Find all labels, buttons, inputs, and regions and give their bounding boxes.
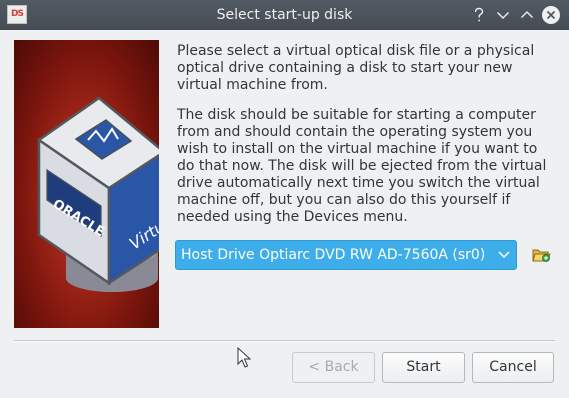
folder-open-icon <box>532 249 551 262</box>
chevron-down-icon <box>498 251 510 259</box>
virtualbox-logo-icon: ORACLE Virtual <box>36 96 159 292</box>
cancel-button[interactable]: Cancel <box>472 352 554 383</box>
drive-select-value: Host Drive Optiarc DVD RW AD-7560A (sr0) <box>181 247 486 263</box>
minimize-icon <box>497 12 509 19</box>
choose-disk-file-button[interactable] <box>531 245 551 265</box>
optical-drive-select[interactable]: Host Drive Optiarc DVD RW AD-7560A (sr0) <box>175 240 517 270</box>
intro-text: Please select a virtual optical disk fil… <box>177 43 535 93</box>
close-icon <box>542 6 560 24</box>
mouse-cursor-icon <box>237 347 251 368</box>
help-icon <box>474 7 484 22</box>
back-button[interactable]: < Back <box>292 352 375 383</box>
close-button[interactable] <box>541 5 561 25</box>
button-separator <box>14 340 555 342</box>
maximize-icon <box>521 11 533 18</box>
maximize-button[interactable] <box>517 5 537 25</box>
dialog-window: DS Select start-up disk ORACLE Virtual P… <box>0 0 569 398</box>
wizard-watermark-image: ORACLE Virtual <box>14 40 159 328</box>
start-button[interactable]: Start <box>382 352 465 383</box>
help-button[interactable] <box>469 5 489 25</box>
minimize-button[interactable] <box>493 5 513 25</box>
title-bar[interactable]: DS Select start-up disk <box>0 0 569 30</box>
description-text: The disk should be suitable for starting… <box>177 107 547 225</box>
